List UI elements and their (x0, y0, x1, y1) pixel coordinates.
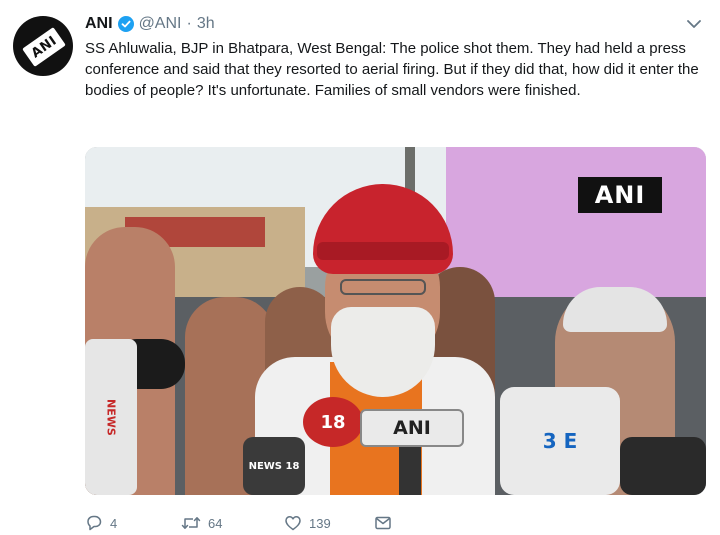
chevron-down-icon[interactable] (686, 16, 702, 32)
retweet-count: 64 (208, 515, 223, 531)
timestamp[interactable]: 3h (197, 15, 215, 33)
reply-count: 4 (110, 515, 118, 531)
avatar-logo-text: ANI (28, 33, 60, 61)
ani-logo-icon: ANI (22, 27, 66, 67)
author-handle[interactable]: @ANI (139, 15, 182, 33)
verified-badge-icon (117, 16, 134, 32)
ani-watermark: ANI (578, 177, 662, 213)
microphone-left: NEWS (85, 339, 137, 495)
heart-icon (285, 516, 301, 531)
tweet-card[interactable]: ANI ANI @ANI · 3h SS Ahluwalia, BJP in B… (0, 0, 720, 535)
separator-dot: · (186, 15, 192, 32)
like-button[interactable]: 139 (284, 514, 374, 532)
tweet-text: SS Ahluwalia, BJP in Bhatpara, West Beng… (85, 40, 699, 99)
tweet-actions: 4 64 139 (85, 512, 392, 534)
avatar[interactable]: ANI (13, 16, 73, 76)
like-count: 139 (309, 515, 331, 531)
tweet-photo[interactable]: ANI NEWS NEWS 18 18 ANI 3 E (85, 147, 706, 495)
author-name[interactable]: ANI (85, 15, 113, 33)
microphone-right-2 (620, 437, 706, 495)
microphone-18: 18 (303, 397, 363, 447)
microphone-news18: NEWS 18 (243, 437, 305, 495)
microphone-ani: ANI (360, 409, 464, 447)
microphone-right: 3 E (500, 387, 620, 495)
reply-button[interactable]: 4 (85, 514, 181, 532)
reply-icon (87, 515, 102, 531)
retweet-icon (181, 517, 201, 529)
envelope-icon (375, 516, 391, 530)
direct-message-button[interactable] (374, 514, 392, 532)
retweet-button[interactable]: 64 (181, 514, 284, 532)
tweet-header: ANI @ANI · 3h (85, 13, 215, 35)
